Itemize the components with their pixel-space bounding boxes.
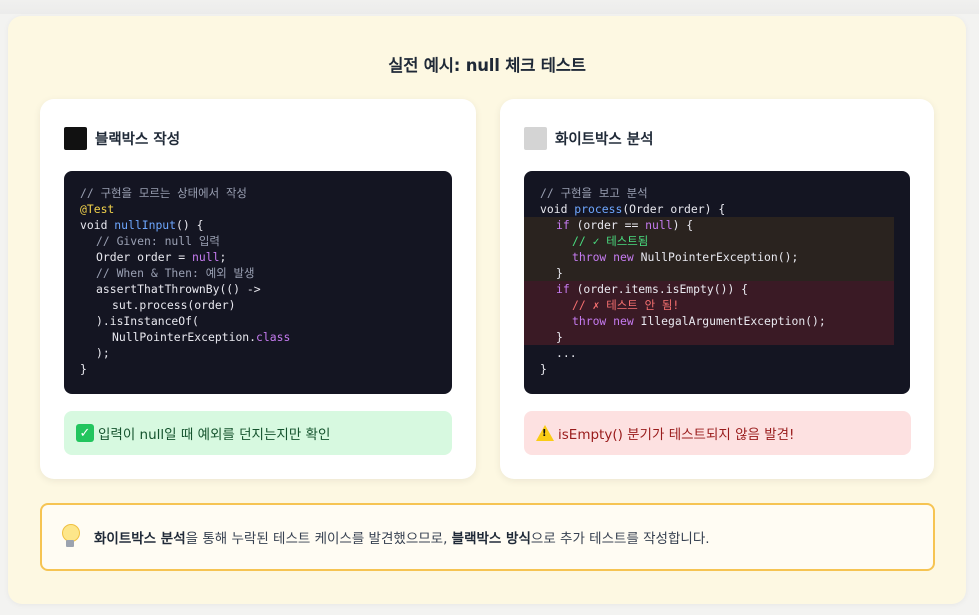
code-line-highlighted: throw new IllegalArgumentException(); <box>524 313 894 329</box>
code-token: Order order = <box>96 250 193 264</box>
blackbox-result-note: ✓ 입력이 null일 때 예외를 던지는지만 확인 <box>64 411 452 455</box>
whitebox-result-note: ! isEmpty() 분기가 테스트되지 않음 발견! <box>524 411 911 455</box>
code-token: nullInput <box>114 218 177 232</box>
code-token: (order.items.isEmpty()) { <box>569 282 749 296</box>
blackbox-card-header: 블랙박스 작성 <box>64 127 180 150</box>
page-title: 실전 예시: null 체크 테스트 <box>388 56 586 75</box>
code-token: if <box>556 218 570 232</box>
code-token: () { <box>176 218 204 232</box>
code-line-highlighted: throw new NullPointerException(); <box>524 249 894 265</box>
code-token: (order == <box>569 218 646 232</box>
code-token: NullPointerException. <box>112 330 257 344</box>
code-token: NullPointerException(); <box>633 250 799 264</box>
whitebox-code-block: // 구현을 보고 분석 void process(Order order) {… <box>524 171 910 394</box>
whitebox-result-text: isEmpty() 분기가 테스트되지 않음 발견! <box>558 427 795 443</box>
code-token: process <box>574 202 623 216</box>
code-token: void <box>80 218 115 232</box>
code-line: // 구현을 보고 분석 <box>540 186 648 200</box>
code-token: null <box>192 250 220 264</box>
code-token: class <box>256 330 291 344</box>
code-line-highlighted: if (order == null) { <box>524 217 894 233</box>
blackbox-code-block: // 구현을 모르는 상태에서 작성 @Test void nullInput(… <box>64 171 452 394</box>
tip-bold-whitebox: 화이트박스 분석 <box>94 531 186 547</box>
code-line: } <box>80 362 87 376</box>
white-square-icon <box>524 127 547 150</box>
code-token: void <box>540 202 575 216</box>
code-token: ) { <box>672 218 694 232</box>
code-line: void nullInput() { <box>64 217 452 233</box>
tip-box: 화이트박스 분석을 통해 누락된 테스트 케이스를 발견했으므로, 블랙박스 방… <box>40 503 935 571</box>
top-bar <box>0 0 979 14</box>
code-line: ... <box>556 346 577 360</box>
code-line-highlighted: // ✗ 테스트 안 됨! <box>524 297 894 313</box>
tip-text-part: 으로 추가 테스트를 작성합니다. <box>530 531 710 547</box>
code-line: NullPointerException.class <box>64 329 452 345</box>
code-token: if <box>556 282 570 296</box>
code-line: ).isInstanceOf( <box>96 314 199 328</box>
code-token: new <box>613 250 634 264</box>
code-line-highlighted: // ✓ 테스트됨 <box>524 233 894 249</box>
blackbox-result-text: 입력이 null일 때 예외를 던지는지만 확인 <box>98 427 331 443</box>
code-token: null <box>645 218 673 232</box>
tip-bold-blackbox: 블랙박스 방식 <box>451 531 531 547</box>
code-line-highlighted: if (order.items.isEmpty()) { <box>524 281 894 297</box>
code-token: ; <box>219 250 227 264</box>
code-token: (Order order) { <box>622 202 726 216</box>
whitebox-card-header: 화이트박스 분석 <box>524 127 653 150</box>
example-panel: 실전 예시: null 체크 테스트 블랙박스 작성 // 구현을 모르는 상태… <box>8 16 966 604</box>
code-line: // Given: null 입력 <box>96 234 220 248</box>
tip-text-part: 을 통해 누락된 테스트 케이스를 발견했으므로, <box>185 531 452 547</box>
code-token: throw <box>572 314 607 328</box>
code-line: void process(Order order) { <box>524 201 910 217</box>
code-line-highlighted: } <box>524 265 894 281</box>
whitebox-card: 화이트박스 분석 // 구현을 보고 분석 void process(Order… <box>500 99 934 479</box>
blackbox-card: 블랙박스 작성 // 구현을 모르는 상태에서 작성 @Test void nu… <box>40 99 476 479</box>
code-token: throw <box>572 250 607 264</box>
code-line: } <box>540 362 547 376</box>
black-square-icon <box>64 127 87 150</box>
code-line: @Test <box>80 202 115 216</box>
tip-text: 화이트박스 분석을 통해 누락된 테스트 케이스를 발견했으므로, 블랙박스 방… <box>94 527 710 547</box>
warning-icon: ! <box>536 425 554 441</box>
code-line: sut.process(order) <box>112 298 236 312</box>
code-token: new <box>613 314 634 328</box>
code-line-highlighted: } <box>524 329 894 345</box>
code-line: // When & Then: 예외 발생 <box>96 266 255 280</box>
whitebox-card-title: 화이트박스 분석 <box>555 132 654 148</box>
light-bulb-icon <box>60 524 80 550</box>
check-box-icon: ✓ <box>76 424 94 442</box>
code-line: Order order = null; <box>64 249 452 265</box>
code-line: ); <box>96 346 110 360</box>
code-line: assertThatThrownBy(() -> <box>96 282 261 296</box>
code-line: // 구현을 모르는 상태에서 작성 <box>80 186 247 200</box>
code-token: IllegalArgumentException(); <box>633 314 826 328</box>
blackbox-card-title: 블랙박스 작성 <box>95 132 181 148</box>
